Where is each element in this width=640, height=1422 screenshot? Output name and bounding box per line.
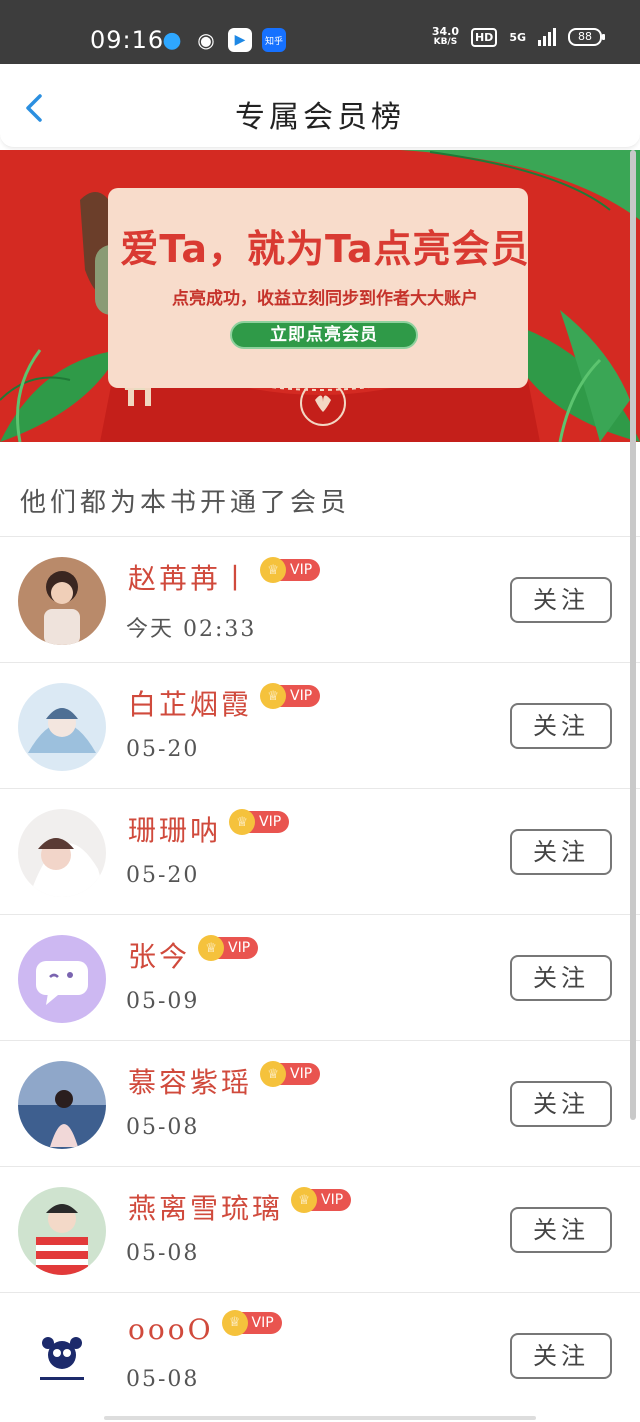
avatar[interactable]	[18, 935, 106, 1023]
member-name-row: 慕容紫瑶 ♕ VIP	[128, 1061, 321, 1101]
home-indicator[interactable]	[104, 1416, 536, 1420]
member-time: 今天 02:33	[126, 617, 257, 642]
qq-icon: ●	[162, 27, 182, 53]
avatar[interactable]	[18, 1061, 106, 1149]
member-time: 05-20	[126, 737, 200, 762]
crown-icon: ♕	[221, 1309, 248, 1336]
avatar[interactable]	[18, 1187, 106, 1275]
crown-icon: ♕	[260, 683, 287, 709]
network-type: 5G	[509, 30, 526, 44]
vip-badge: ♕ VIP	[260, 1061, 321, 1087]
speed-value: 34.0	[431, 25, 459, 38]
list-item[interactable]: 白芷烟霞 ♕ VIP 05-20 关注	[0, 662, 640, 788]
page-title: 专属会员榜	[235, 100, 405, 135]
follow-button[interactable]: 关注	[510, 703, 612, 749]
member-name-row: oooO ♕ VIP	[128, 1309, 282, 1346]
vip-label: VIP	[290, 688, 313, 704]
list-item[interactable]: 慕容紫瑶 ♕ VIP 05-08 关注	[0, 1040, 640, 1166]
status-app-icons: ● ◉ ▶ 知乎	[160, 27, 286, 53]
activate-vip-button[interactable]: 立即点亮会员	[230, 321, 418, 349]
vip-label: VIP	[290, 562, 313, 578]
member-name-row: 白芷烟霞 ♕ VIP	[128, 683, 321, 723]
member-name[interactable]: oooO	[128, 1313, 214, 1346]
status-bar: 09:16 ● ◉ ▶ 知乎 34.0 KB/S HD 5G 88	[0, 0, 640, 64]
avatar[interactable]	[18, 809, 106, 897]
hd-icon: HD	[470, 27, 498, 47]
vip-label: VIP	[290, 1066, 313, 1082]
crown-icon: ♕	[229, 809, 256, 835]
crown-icon: ♕	[260, 1061, 287, 1087]
crown-icon: ♕	[291, 1187, 318, 1213]
crown-icon: ♕	[260, 557, 287, 583]
list-item[interactable]: 燕离雪琉璃 ♕ VIP 05-08 关注	[0, 1166, 640, 1292]
avatar[interactable]	[18, 683, 106, 771]
list-item[interactable]: 张今 ♕ VIP 05-09 关注	[0, 914, 640, 1040]
signal-icon	[538, 28, 556, 46]
follow-button[interactable]: 关注	[510, 955, 612, 1001]
status-indicators: 34.0 KB/S HD 5G 88	[432, 26, 605, 48]
video-app-icon: ▶	[228, 28, 252, 52]
member-name[interactable]: 慕容紫瑶	[128, 1061, 252, 1101]
avatar[interactable]	[18, 557, 106, 645]
follow-button[interactable]: 关注	[510, 829, 612, 875]
follow-button[interactable]: 关注	[510, 577, 612, 623]
zhihu-icon: 知乎	[262, 28, 286, 52]
list-item[interactable]: oooO ♕ VIP 05-08 关注	[0, 1292, 640, 1418]
speed-unit: KB/S	[433, 37, 458, 47]
vip-badge: ♕ VIP	[291, 1187, 352, 1213]
vip-badge: ♕ VIP	[260, 683, 321, 709]
avatar[interactable]	[18, 1313, 106, 1401]
status-time: 09:16	[90, 26, 165, 54]
promo-banner[interactable]: 爱Ta，就为Ta点亮会员 点亮成功，收益立刻同步到作者大大账户 立即点亮会员	[0, 150, 640, 442]
member-name[interactable]: 赵苒苒丨	[128, 557, 252, 597]
member-time: 05-08	[126, 1115, 200, 1140]
follow-button[interactable]: 关注	[510, 1207, 612, 1253]
vip-badge: ♕ VIP	[260, 557, 321, 583]
section-title: 他们都为本书开通了会员	[20, 488, 351, 518]
member-name[interactable]: 珊珊呐	[128, 809, 221, 849]
vip-label: VIP	[228, 940, 251, 956]
crown-icon: ♕	[198, 935, 225, 961]
vip-label: VIP	[251, 1314, 274, 1331]
member-name[interactable]: 燕离雪琉璃	[128, 1187, 283, 1227]
wechat-icon: ◉	[197, 28, 215, 52]
member-name[interactable]: 白芷烟霞	[128, 683, 252, 723]
member-name-row: 张今 ♕ VIP	[128, 935, 259, 975]
member-name[interactable]: 张今	[128, 935, 190, 975]
member-name-row: 赵苒苒丨 ♕ VIP	[128, 557, 321, 597]
member-time: 05-08	[126, 1241, 200, 1266]
vip-label: VIP	[259, 814, 282, 830]
list-item[interactable]: 赵苒苒丨 ♕ VIP 今天 02:33 关注	[0, 536, 640, 662]
battery-icon: 88	[568, 28, 605, 46]
banner-subtitle: 点亮成功，收益立刻同步到作者大大账户	[172, 289, 478, 309]
member-time: 05-09	[126, 989, 200, 1014]
vip-badge: ♕ VIP	[229, 809, 290, 835]
vip-badge: ♕ VIP	[198, 935, 259, 961]
banner-headline: 爱Ta，就为Ta点亮会员	[120, 227, 530, 271]
vip-label: VIP	[321, 1192, 344, 1208]
list-item[interactable]: 珊珊呐 ♕ VIP 05-20 关注	[0, 788, 640, 914]
app-header: 专属会员榜	[0, 64, 640, 148]
member-name-row: 燕离雪琉璃 ♕ VIP	[128, 1187, 352, 1227]
network-speed: 34.0 KB/S	[432, 26, 459, 48]
member-time: 05-08	[126, 1367, 200, 1392]
follow-button[interactable]: 关注	[510, 1081, 612, 1127]
member-list: 赵苒苒丨 ♕ VIP 今天 02:33 关注 白芷烟霞 ♕ VIP 05-20 关注…	[0, 536, 640, 1418]
scrollbar[interactable]	[630, 150, 636, 1120]
vip-badge: ♕ VIP	[221, 1309, 282, 1336]
follow-button[interactable]: 关注	[510, 1333, 612, 1379]
member-name-row: 珊珊呐 ♕ VIP	[128, 809, 290, 849]
member-time: 05-20	[126, 863, 200, 888]
